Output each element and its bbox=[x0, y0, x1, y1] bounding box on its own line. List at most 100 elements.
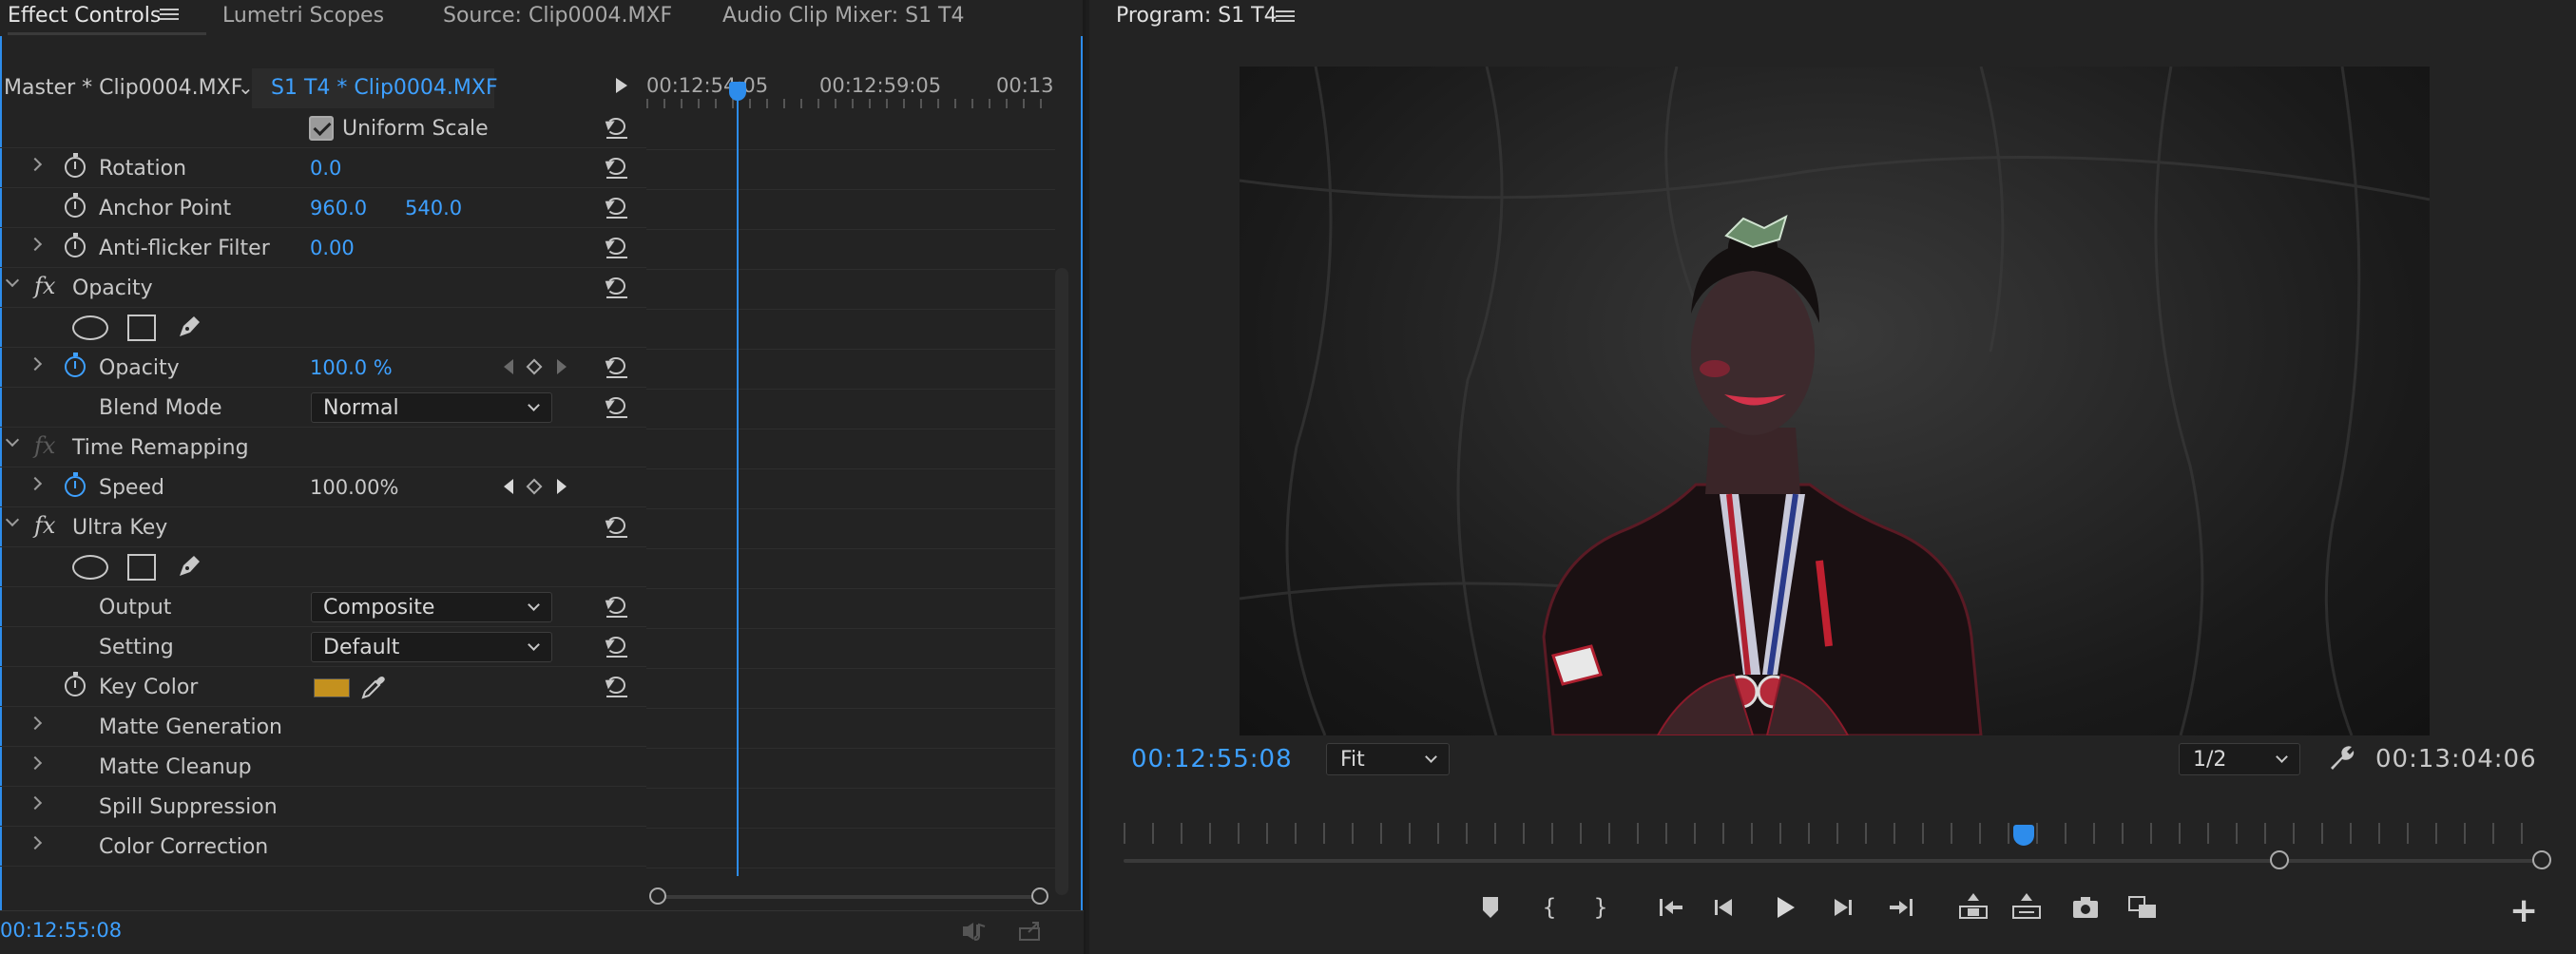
stopwatch-icon[interactable] bbox=[65, 193, 86, 218]
stopwatch-icon[interactable] bbox=[65, 353, 86, 377]
zoom-handle-left[interactable] bbox=[649, 887, 666, 905]
matte-cleanup-row[interactable]: Matte Cleanup bbox=[0, 747, 646, 787]
reset-icon[interactable] bbox=[602, 515, 629, 538]
key-color-swatch[interactable] bbox=[314, 678, 350, 697]
mark-in-icon[interactable]: { bbox=[1532, 891, 1567, 924]
pen-mask-icon[interactable] bbox=[175, 313, 203, 341]
color-correction-row[interactable]: Color Correction bbox=[0, 827, 646, 867]
chevron-right-icon[interactable] bbox=[28, 356, 43, 372]
chevron-right-icon[interactable] bbox=[28, 476, 43, 491]
rectangle-mask-icon[interactable] bbox=[127, 315, 156, 341]
current-time-display[interactable]: 00:12:55:08 bbox=[0, 919, 122, 942]
add-keyframe-icon[interactable] bbox=[526, 478, 543, 495]
video-preview[interactable] bbox=[1240, 67, 2430, 735]
add-keyframe-icon[interactable] bbox=[526, 358, 543, 375]
uniform-scale-checkbox[interactable] bbox=[309, 116, 334, 141]
reset-icon[interactable] bbox=[602, 156, 629, 179]
zoom-handle-right[interactable] bbox=[2532, 850, 2551, 869]
spill-suppression-row[interactable]: Spill Suppression bbox=[0, 787, 646, 827]
export-frame-icon[interactable] bbox=[1017, 921, 1044, 942]
reset-icon[interactable] bbox=[602, 116, 629, 139]
prev-keyframe-icon[interactable] bbox=[504, 479, 513, 494]
output-dropdown[interactable]: Composite bbox=[311, 592, 552, 622]
program-monitor-title[interactable]: Program: S1 T4 bbox=[1116, 4, 1278, 28]
zoom-handle-right[interactable] bbox=[1031, 887, 1048, 905]
monitor-playhead-handle[interactable] bbox=[2013, 825, 2034, 846]
play-icon[interactable] bbox=[1768, 891, 1802, 924]
chevron-right-icon[interactable] bbox=[28, 755, 43, 771]
horizontal-zoom-bar[interactable] bbox=[656, 895, 1046, 899]
chevron-right-icon[interactable] bbox=[28, 716, 43, 731]
playhead-handle[interactable] bbox=[729, 82, 746, 101]
anchor-point-x[interactable]: 960.0 bbox=[310, 197, 367, 219]
stopwatch-icon[interactable] bbox=[65, 672, 86, 696]
rotation-value[interactable]: 0.0 bbox=[310, 157, 341, 180]
anti-flicker-value[interactable]: 0.00 bbox=[310, 237, 355, 259]
stopwatch-icon[interactable] bbox=[65, 153, 86, 178]
playhead-timecode[interactable]: 00:12:55:08 bbox=[1131, 745, 1293, 773]
matte-generation-row[interactable]: Matte Generation bbox=[0, 707, 646, 747]
pen-mask-icon[interactable] bbox=[175, 552, 203, 581]
chevron-down-icon[interactable] bbox=[5, 432, 20, 448]
next-keyframe-icon[interactable] bbox=[557, 479, 567, 494]
opacity-value[interactable]: 100.0 % bbox=[310, 356, 393, 379]
tab-effect-controls[interactable]: Effect Controls bbox=[8, 4, 207, 35]
zoom-level-dropdown[interactable]: Fit bbox=[1326, 743, 1450, 775]
zoom-handle-left[interactable] bbox=[2270, 850, 2289, 869]
camera-icon[interactable] bbox=[2068, 891, 2103, 924]
tab-source[interactable]: Source: Clip0004.MXF bbox=[443, 4, 672, 28]
next-keyframe-icon[interactable] bbox=[557, 359, 567, 374]
wrench-icon[interactable] bbox=[2325, 743, 2355, 773]
step-forward-icon[interactable] bbox=[1825, 891, 1859, 924]
comparison-view-icon[interactable] bbox=[2125, 891, 2160, 924]
chevron-down-icon[interactable] bbox=[5, 273, 20, 288]
extract-icon[interactable] bbox=[2009, 891, 2044, 924]
reset-icon[interactable] bbox=[602, 196, 629, 219]
chevron-right-icon[interactable] bbox=[28, 835, 43, 850]
reset-icon[interactable] bbox=[602, 236, 629, 258]
audio-scrub-icon[interactable] bbox=[960, 921, 987, 942]
panel-menu-icon[interactable] bbox=[160, 6, 179, 23]
setting-dropdown[interactable]: Default bbox=[311, 632, 552, 662]
chevron-right-icon[interactable] bbox=[28, 795, 43, 811]
ellipse-mask-icon[interactable] bbox=[72, 315, 108, 340]
prev-keyframe-icon[interactable] bbox=[504, 359, 513, 374]
reset-icon[interactable] bbox=[602, 675, 629, 697]
chevron-right-icon[interactable] bbox=[28, 237, 43, 252]
reset-icon[interactable] bbox=[602, 276, 629, 298]
effect-timeline[interactable]: 00:12:54:05 00:12:59:05 00:13 bbox=[646, 68, 1074, 905]
stopwatch-icon[interactable] bbox=[65, 233, 86, 258]
playback-resolution-dropdown[interactable]: 1/2 bbox=[2179, 743, 2300, 775]
tab-lumetri-scopes[interactable]: Lumetri Scopes bbox=[222, 4, 384, 28]
reset-icon[interactable] bbox=[602, 635, 629, 658]
blend-mode-dropdown[interactable]: Normal bbox=[311, 392, 552, 423]
go-to-out-icon[interactable] bbox=[1884, 891, 1918, 924]
timeline-ruler[interactable]: 00:12:54:05 00:12:59:05 00:13 bbox=[646, 68, 1055, 110]
speed-value[interactable]: 100.00% bbox=[310, 476, 398, 499]
sequence-clip-label[interactable]: S1 T4 * Clip0004.MXF bbox=[252, 68, 498, 108]
fx-icon[interactable]: fx bbox=[34, 512, 55, 539]
reset-icon[interactable] bbox=[602, 395, 629, 418]
chevron-down-icon[interactable] bbox=[5, 512, 20, 527]
step-back-icon[interactable] bbox=[1707, 891, 1741, 924]
stopwatch-icon[interactable] bbox=[65, 472, 86, 497]
reset-icon[interactable] bbox=[602, 595, 629, 618]
ellipse-mask-icon[interactable] bbox=[72, 555, 108, 580]
chevron-right-icon[interactable] bbox=[28, 157, 43, 172]
master-clip-label[interactable]: Master * Clip0004.MXF bbox=[4, 76, 242, 100]
reset-icon[interactable] bbox=[602, 355, 629, 378]
mark-out-icon[interactable]: } bbox=[1584, 891, 1618, 924]
button-editor-plus-icon[interactable]: + bbox=[2509, 891, 2538, 930]
monitor-zoom-scrollbar[interactable] bbox=[1124, 859, 2549, 863]
monitor-time-ruler[interactable] bbox=[1124, 823, 2525, 844]
play-triangle-icon[interactable] bbox=[616, 78, 627, 93]
go-to-in-icon[interactable] bbox=[1654, 891, 1688, 924]
eyedropper-icon[interactable] bbox=[359, 673, 388, 701]
lift-icon[interactable] bbox=[1956, 891, 1990, 924]
anchor-point-y[interactable]: 540.0 bbox=[405, 197, 462, 219]
vertical-scrollbar[interactable] bbox=[1055, 268, 1068, 895]
fx-icon[interactable]: fx bbox=[34, 273, 55, 299]
rectangle-mask-icon[interactable] bbox=[127, 554, 156, 581]
tab-audio-clip-mixer[interactable]: Audio Clip Mixer: S1 T4 bbox=[722, 4, 965, 28]
panel-menu-icon[interactable] bbox=[1276, 8, 1295, 25]
